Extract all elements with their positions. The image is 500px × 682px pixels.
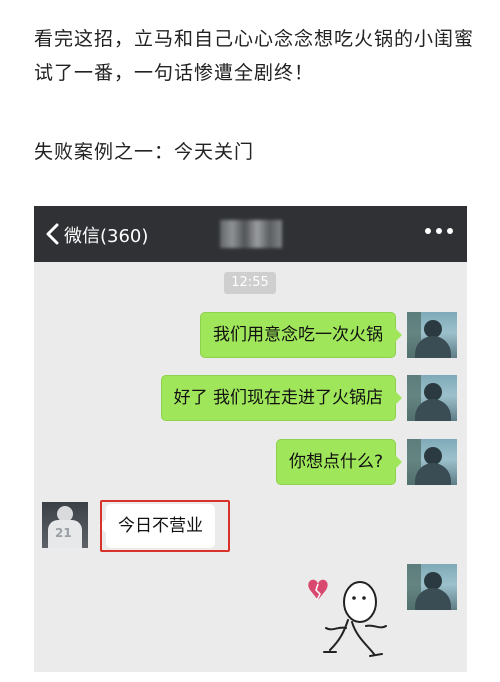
wechat-chat-screenshot: 微信(360) 12:55 我们用意念吃一次火锅 好了 我们现在走进了火锅店 你…: [34, 206, 467, 672]
message-timestamp: 12:55: [224, 272, 276, 294]
back-button-label[interactable]: 微信(360): [64, 222, 148, 248]
back-arrow-icon[interactable]: [42, 222, 66, 246]
jersey-number: 21: [55, 526, 72, 540]
more-options-icon[interactable]: [425, 228, 453, 234]
my-avatar[interactable]: [407, 312, 457, 358]
outgoing-message-bubble[interactable]: 好了 我们现在走进了火锅店: [160, 375, 403, 421]
my-avatar[interactable]: [407, 375, 457, 421]
my-avatar[interactable]: [407, 439, 457, 485]
article-intro-text: 看完这招，立马和自己心心念念想吃火锅的小闺蜜试了一番，一句话惨遭全剧终！: [34, 28, 475, 84]
case-title-text: 失败案例之一：今天关门: [34, 141, 255, 163]
chat-header-bar: 微信(360): [34, 206, 467, 262]
outgoing-message-bubble[interactable]: 我们用意念吃一次火锅: [200, 312, 402, 358]
outgoing-message-bubble[interactable]: 你想点什么?: [275, 439, 403, 485]
highlight-box: [100, 500, 230, 552]
heartbroken-sticker-icon[interactable]: [300, 570, 410, 670]
contact-avatar[interactable]: 21: [42, 502, 88, 548]
blurred-contact-name: [220, 220, 282, 248]
my-avatar[interactable]: [407, 564, 457, 610]
